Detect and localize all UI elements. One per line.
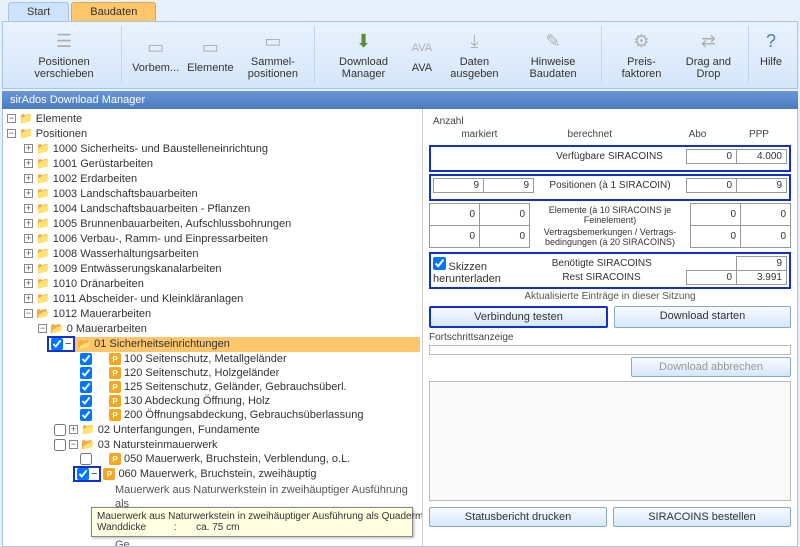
btn-preisfaktor[interactable]: ⚙Preis- faktoren	[608, 28, 675, 82]
tree-leaf[interactable]: P130 Abdeckung Öffnung, Holz	[5, 394, 420, 408]
btn-hinweise[interactable]: ✎Hinweise Baudaten	[511, 28, 595, 82]
tree-pane[interactable]: −📁Elemente −📁Positionen +📁1000 Sicherhei…	[3, 109, 423, 546]
btn-cancel-download[interactable]: Download abbrechen	[631, 357, 791, 377]
tree-node[interactable]: +📁1004 Landschaftsbauarbeiten - Pflanzen	[5, 201, 420, 216]
tree-node[interactable]: +📁1000 Sicherheits- und Baustelleneinric…	[5, 141, 420, 156]
tree-node[interactable]: +📁1010 Dränarbeiten	[5, 276, 420, 291]
tree-leaf[interactable]: P200 Öffnungsabdeckung, Gebrauchsüberlas…	[5, 408, 420, 422]
tree-leaf[interactable]: P100 Seitenschutz, Metallgeländer	[5, 352, 420, 366]
tree-leaf[interactable]: P060 Mauerwerk, Bruchstein, zweihäuptig	[101, 467, 318, 481]
chk-node[interactable]	[54, 424, 66, 436]
tree-node[interactable]: −📂0 Mauerarbeiten	[5, 321, 420, 336]
log-area	[429, 381, 791, 501]
btn-test-connection[interactable]: Verbindung testen	[429, 306, 608, 328]
ribbon: ☰Positionen verschieben ▭Vorbem... ▭Elem…	[2, 21, 798, 89]
btn-order-coins[interactable]: SIRACOINS bestellen	[613, 507, 791, 527]
chk-leaf[interactable]	[80, 409, 92, 421]
session-info: Aktualisierte Einträge in dieser Sitzung	[429, 291, 791, 302]
tooltip: Mauerwerk aus Naturwerkstein in zweihäup…	[91, 507, 413, 537]
btn-status-report[interactable]: Statusbericht drucken	[429, 507, 607, 527]
btn-download-manager[interactable]: ⬇Download Manager	[321, 28, 406, 82]
chk-node[interactable]	[54, 439, 66, 451]
btn-elemente[interactable]: ▭Elemente	[183, 34, 237, 76]
btn-daten[interactable]: ⤓Daten ausgeben	[438, 28, 511, 82]
chk-leaf[interactable]	[80, 381, 92, 393]
btn-ava[interactable]: AVAAVA	[406, 34, 438, 76]
btn-vorbem[interactable]: ▭Vorbem...	[128, 34, 183, 76]
tree-node[interactable]: +📁1001 Gerüstarbeiten	[5, 156, 420, 171]
tree-node[interactable]: −📂1012 Mauerarbeiten	[5, 306, 420, 321]
btn-sammelpos[interactable]: ▭Sammel- positionen	[238, 28, 308, 82]
btn-start-download[interactable]: Download starten	[614, 306, 791, 328]
chk-leaf[interactable]	[80, 367, 92, 379]
tab-baudaten[interactable]: Baudaten	[71, 2, 156, 21]
tree-node[interactable]: −📁Positionen	[5, 126, 420, 141]
btn-hilfe[interactable]: ?Hilfe	[755, 28, 787, 70]
progress-label: Fortschrittsanzeige	[429, 332, 791, 343]
chk-leaf[interactable]	[80, 395, 92, 407]
tree-node[interactable]: +📁02 Unterfangungen, Fundamente	[5, 422, 420, 437]
tree-node-selected[interactable]: 📂01 Sicherheitseinrichtungen	[75, 337, 420, 352]
chk-node[interactable]	[51, 338, 63, 350]
chk-leaf[interactable]	[77, 468, 89, 480]
tree-node[interactable]: +📁1005 Brunnenbauarbeiten, Aufschlussboh…	[5, 216, 420, 231]
coin-table: Anzahl markiertberechnetAboPPP	[429, 115, 791, 141]
tree-leaf[interactable]: P125 Seitenschutz, Geländer, Gebrauchsüb…	[5, 380, 420, 394]
panel-title: sirAdos Download Manager	[2, 91, 798, 109]
tree-leaf[interactable]: P120 Seitenschutz, Holzgeländer	[5, 366, 420, 380]
tab-start[interactable]: Start	[8, 2, 69, 21]
btn-dragdrop[interactable]: ⇄Drag and Drop	[675, 28, 742, 82]
btn-positionen[interactable]: ☰Positionen verschieben	[13, 28, 115, 82]
tree-node[interactable]: +📁1009 Entwässerungskanalarbeiten	[5, 261, 420, 276]
tree-node[interactable]: −📁Elemente	[5, 111, 420, 126]
tree-node[interactable]: +📁1002 Erdarbeiten	[5, 171, 420, 186]
chk-leaf[interactable]	[80, 353, 92, 365]
tree-node[interactable]: +📁1006 Verbau-, Ramm- und Einpressarbeit…	[5, 231, 420, 246]
tree-node[interactable]: +📁1011 Abscheider- und Kleinkläranlagen	[5, 291, 420, 306]
chk-skizzen[interactable]	[433, 257, 446, 270]
tree-node[interactable]: −📂03 Natursteinmauerwerk	[5, 437, 420, 452]
tree-leaf[interactable]: P050 Mauerwerk, Bruchstein, Verblendung,…	[5, 452, 420, 466]
tree-node[interactable]: +📁1008 Wasserhaltungsarbeiten	[5, 246, 420, 261]
progress-bar	[429, 345, 791, 355]
tree-node[interactable]: +📁1003 Landschaftsbauarbeiten	[5, 186, 420, 201]
right-pane: Anzahl markiertberechnetAboPPP Verfügbar…	[423, 109, 797, 546]
chk-leaf[interactable]	[80, 453, 92, 465]
